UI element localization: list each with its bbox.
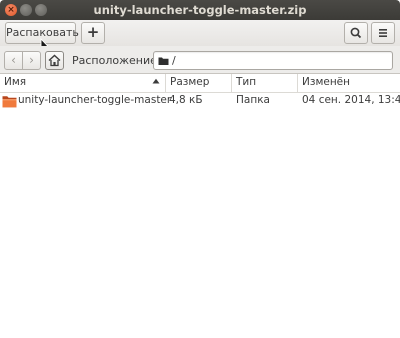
- location-field[interactable]: /: [153, 51, 393, 70]
- hamburger-menu-icon: [379, 29, 387, 37]
- add-files-button[interactable]: +: [81, 22, 105, 44]
- location-value: /: [172, 54, 176, 67]
- location-label: Расположение:: [72, 54, 161, 67]
- file-list-header: Имя Размер Тип Изменён: [0, 74, 400, 93]
- back-button[interactable]: ‹: [4, 51, 23, 70]
- file-name-cell: unity-launcher-toggle-master: [18, 94, 172, 106]
- search-icon: [350, 27, 362, 39]
- search-button[interactable]: [344, 22, 368, 44]
- folder-icon: [2, 96, 17, 108]
- column-header-type[interactable]: Тип: [232, 74, 298, 92]
- toolbar: Распаковать +: [0, 20, 400, 46]
- forward-button[interactable]: ›: [22, 51, 41, 70]
- file-type-cell: Папка: [236, 94, 270, 106]
- file-size-cell: 4,8 кБ: [169, 94, 203, 106]
- title-bar[interactable]: × unity-launcher-toggle-master.zip: [0, 0, 400, 20]
- sort-ascending-icon: [152, 78, 160, 84]
- column-header-modified[interactable]: Изменён: [298, 74, 400, 92]
- home-icon: [48, 54, 61, 67]
- chevron-left-icon: ‹: [11, 53, 16, 67]
- folder-icon: [158, 57, 169, 65]
- location-bar: ‹ › Расположение: /: [0, 46, 400, 74]
- menu-button[interactable]: [371, 22, 395, 44]
- archive-manager-window: × unity-launcher-toggle-master.zip Распа…: [0, 0, 400, 338]
- chevron-right-icon: ›: [29, 53, 34, 67]
- column-header-name[interactable]: Имя: [0, 74, 166, 92]
- window-title: unity-launcher-toggle-master.zip: [93, 3, 307, 17]
- file-row[interactable]: unity-launcher-toggle-master 4,8 кБ Папк…: [0, 93, 400, 110]
- home-button[interactable]: [45, 51, 64, 70]
- column-header-name-label: Имя: [4, 76, 27, 88]
- column-header-size[interactable]: Размер: [166, 74, 232, 92]
- file-modified-cell: 04 сен. 2014, 13:41: [302, 94, 400, 106]
